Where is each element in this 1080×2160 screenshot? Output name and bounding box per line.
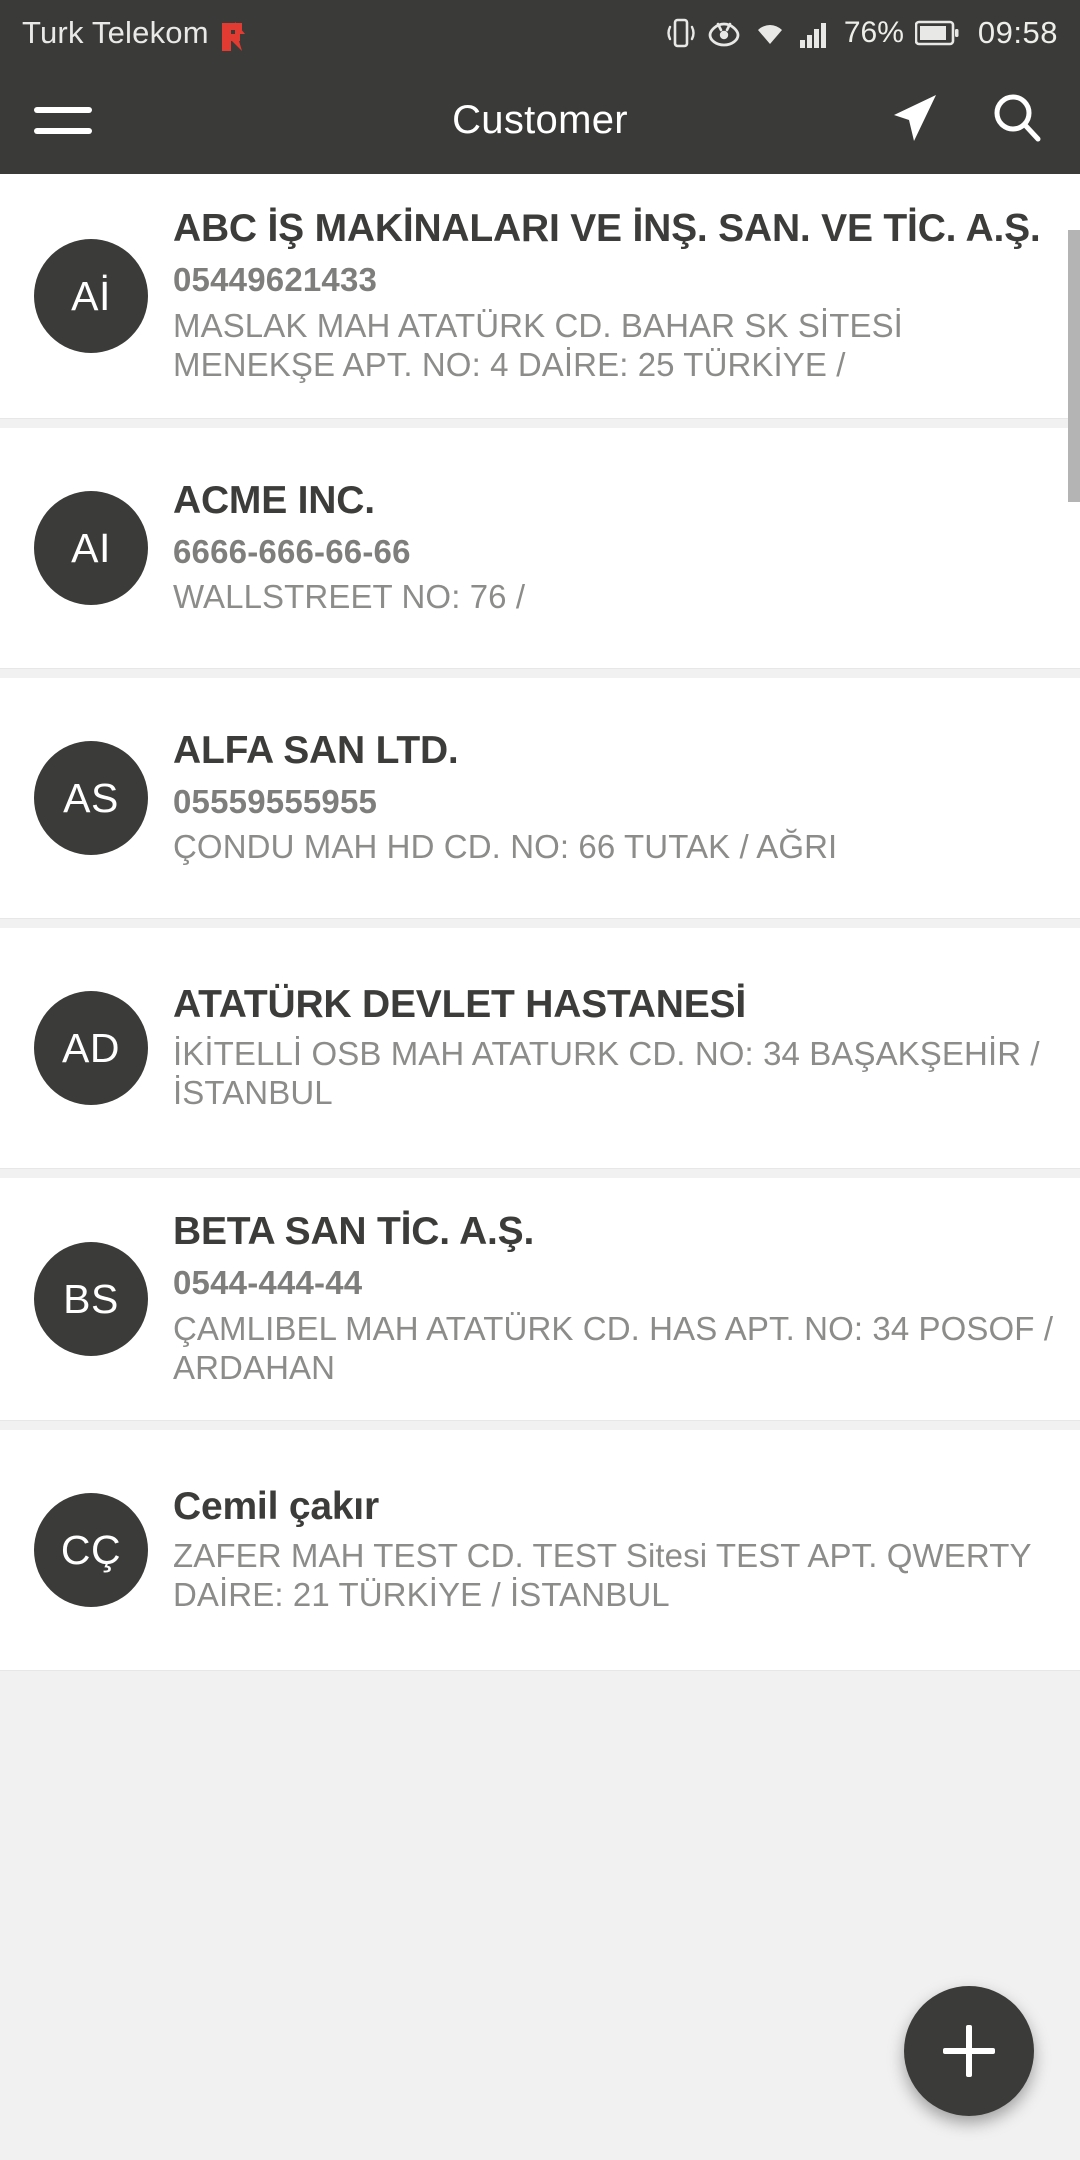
list-item[interactable]: Aİ ABC İŞ MAKİNALARI VE İNŞ. SAN. VE TİC…	[0, 174, 1080, 418]
search-icon[interactable]	[988, 89, 1046, 152]
avatar: CÇ	[34, 1493, 148, 1607]
customer-name: ATATÜRK DEVLET HASTANESİ	[173, 982, 746, 1026]
status-clock: 09:58	[977, 15, 1058, 50]
customer-address: ZAFER MAH TEST CD. TEST Sitesi TEST APT.…	[173, 1537, 1032, 1614]
avatar: AS	[34, 741, 148, 855]
vertical-scrollbar[interactable]	[1068, 230, 1080, 502]
battery-icon	[914, 19, 959, 47]
list-item[interactable]: AS ALFA SAN LTD. 05559555955 ÇONDU MAH H…	[0, 678, 1080, 918]
list-item-info: ABC İŞ MAKİNALARI VE İNŞ. SAN. VE TİC. A…	[173, 207, 1080, 384]
avatar: AD	[34, 991, 148, 1105]
avatar: Aİ	[34, 239, 148, 353]
status-bar: Turk Telekom 76% 09:58	[0, 0, 1080, 66]
list-item-info: ATATÜRK DEVLET HASTANESİ İKİTELLİ OSB MA…	[173, 983, 1080, 1114]
wifi-icon	[752, 18, 788, 48]
add-customer-fab[interactable]	[904, 1986, 1034, 2116]
flash-f-icon	[219, 22, 245, 52]
customer-phone: 6666-666-66-66	[173, 532, 411, 570]
avatar: AI	[34, 491, 148, 605]
phone-screen: Turk Telekom 76% 09:58 Customer Aİ ABC İ…	[0, 0, 1080, 2160]
list-item[interactable]: CÇ Cemil çakır ZAFER MAH TEST CD. TEST S…	[0, 1430, 1080, 1670]
customer-name: ACME INC.	[173, 478, 375, 522]
signal-bars-icon	[799, 18, 833, 48]
plus-icon-vertical	[966, 2025, 972, 2077]
customer-phone: 05559555955	[173, 782, 378, 820]
customer-phone: 05449621433	[173, 261, 378, 299]
avatar: BS	[34, 1242, 148, 1356]
list-item-info: ALFA SAN LTD. 05559555955 ÇONDU MAH HD C…	[173, 729, 1080, 867]
customer-name: Cemil çakır	[173, 1484, 379, 1528]
customer-list[interactable]: Aİ ABC İŞ MAKİNALARI VE İNŞ. SAN. VE TİC…	[0, 174, 1080, 2160]
customer-address: WALLSTREET NO: 76 /	[173, 578, 526, 616]
app-bar-actions	[884, 89, 1046, 152]
customer-name: ABC İŞ MAKİNALARI VE İNŞ. SAN. VE TİC. A…	[173, 207, 1041, 251]
list-item[interactable]: AI ACME INC. 6666-666-66-66 WALLSTREET N…	[0, 428, 1080, 668]
customer-address: MASLAK MAH ATATÜRK CD. BAHAR SK SİTESİ M…	[173, 306, 903, 383]
customer-address: ÇAMLIBEL MAH ATATÜRK CD. HAS APT. NO: 34…	[173, 1309, 1054, 1386]
customer-address: İKİTELLİ OSB MAH ATATURK CD. NO: 34 BAŞA…	[173, 1035, 1040, 1112]
list-item[interactable]: AD ATATÜRK DEVLET HASTANESİ İKİTELLİ OSB…	[0, 928, 1080, 1168]
navigation-arrow-icon[interactable]	[884, 89, 942, 152]
list-item-info: Cemil çakır ZAFER MAH TEST CD. TEST Site…	[173, 1485, 1080, 1616]
customer-address: ÇONDU MAH HD CD. NO: 66 TUTAK / AĞRI	[173, 828, 838, 866]
eye-icon	[707, 17, 741, 49]
customer-phone: 0544-444-44	[173, 1264, 363, 1302]
list-item-info: BETA SAN TİC. A.Ş. 0544-444-44 ÇAMLIBEL …	[173, 1210, 1080, 1387]
customer-name: BETA SAN TİC. A.Ş.	[173, 1210, 535, 1254]
list-item-info: ACME INC. 6666-666-66-66 WALLSTREET NO: …	[173, 479, 1080, 617]
app-bar: Customer	[0, 66, 1080, 174]
carrier-label: Turk Telekom	[22, 15, 209, 50]
battery-percent-label: 76%	[843, 16, 904, 49]
hamburger-menu-icon[interactable]	[34, 97, 96, 143]
vibrate-icon	[666, 16, 696, 50]
customer-name: ALFA SAN LTD.	[173, 728, 459, 772]
list-item[interactable]: BS BETA SAN TİC. A.Ş. 0544-444-44 ÇAMLIB…	[0, 1178, 1080, 1420]
